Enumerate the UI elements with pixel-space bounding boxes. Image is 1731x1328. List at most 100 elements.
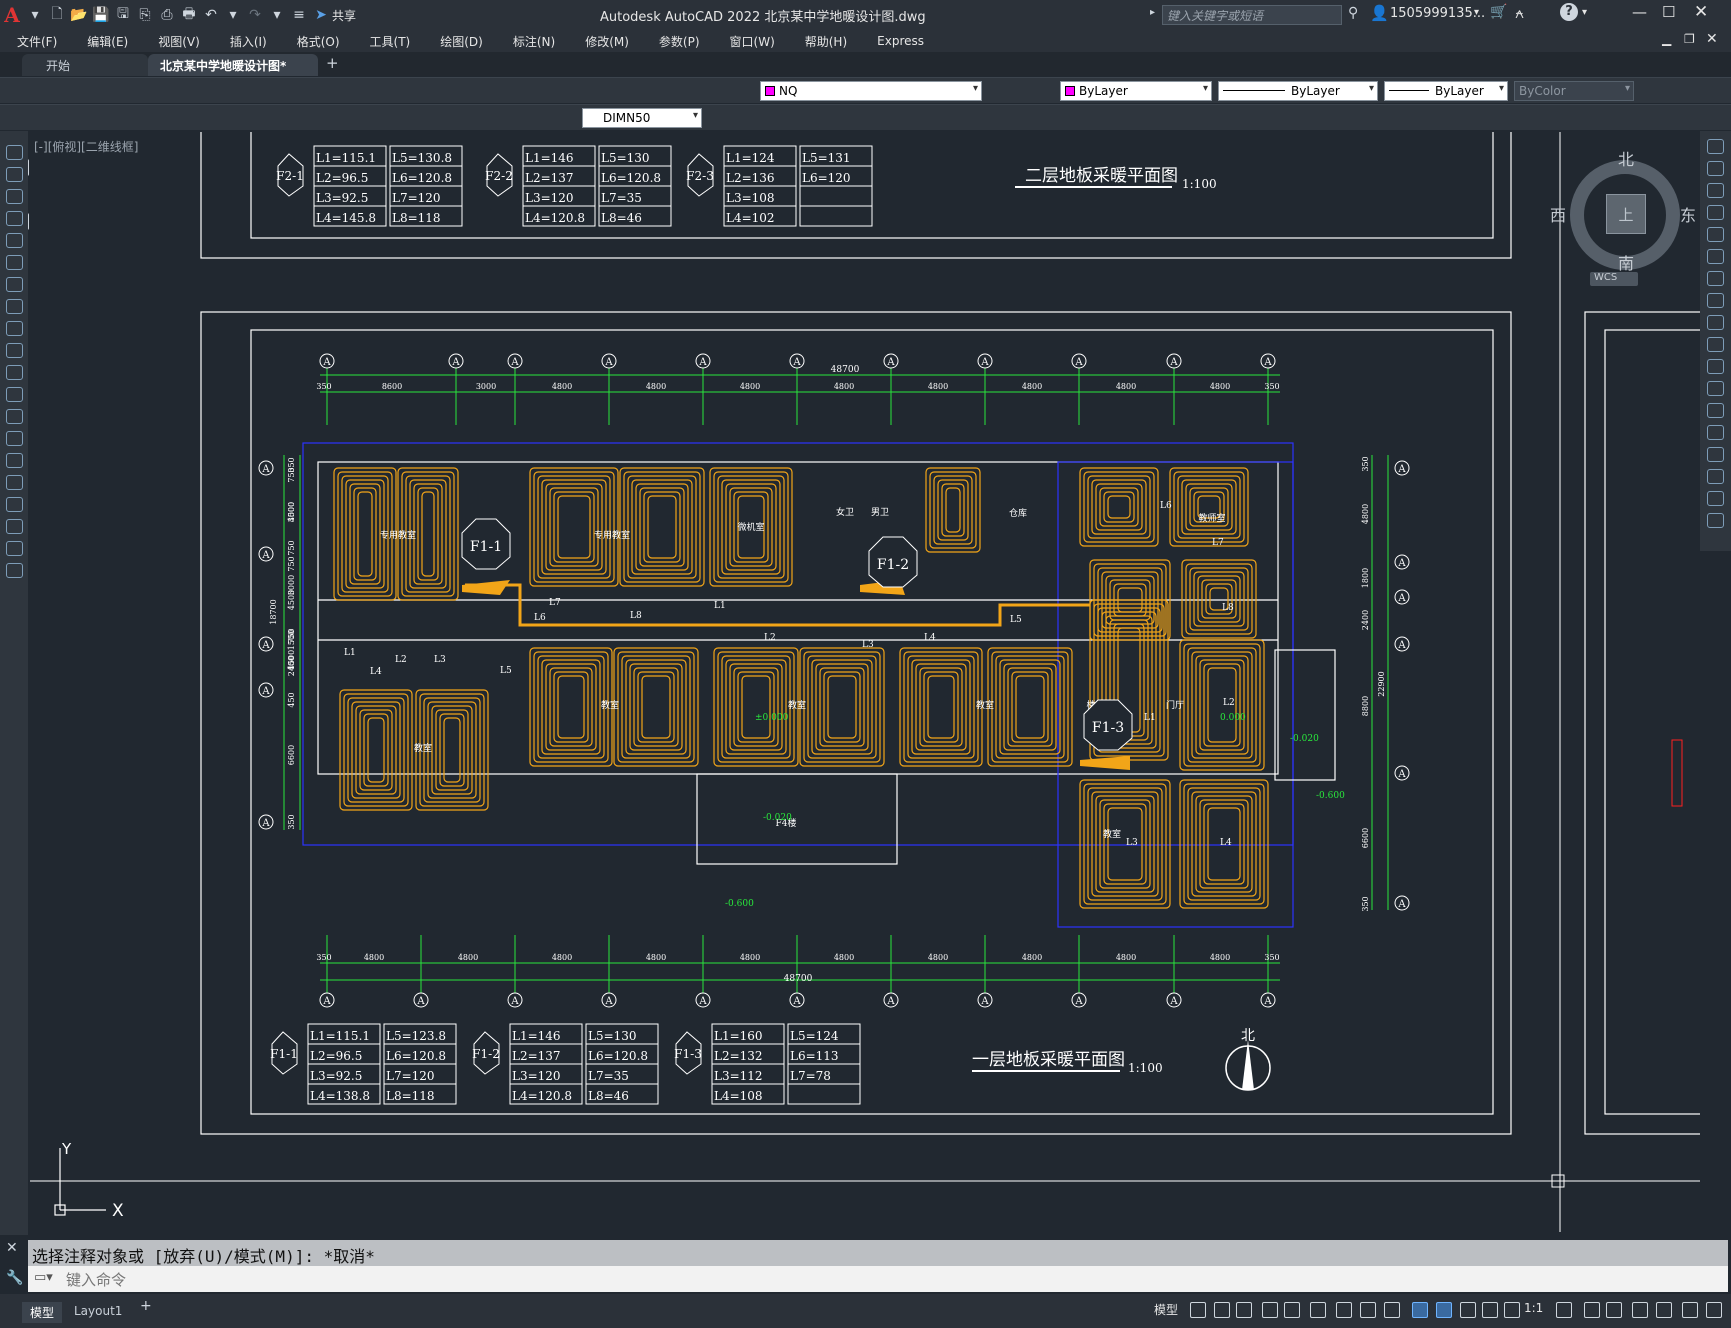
draw-tool-19-icon[interactable]: [6, 541, 23, 556]
menu-help[interactable]: 帮助(H): [788, 33, 860, 50]
menu-file[interactable]: 文件(F): [0, 33, 70, 50]
help-dropdown-icon[interactable]: ▾: [1582, 7, 1587, 18]
new-tab-icon[interactable]: +: [326, 54, 339, 72]
draw-tool-5-icon[interactable]: [6, 233, 23, 248]
menu-dimension[interactable]: 标注(N): [496, 33, 568, 50]
plot-icon[interactable]: 🖶: [178, 4, 200, 26]
tab-drawing[interactable]: 北京某中学地暖设计图* ✕: [148, 54, 318, 88]
maximize-window-icon[interactable]: ☐: [1662, 3, 1675, 21]
status-toggle-8-icon[interactable]: [1360, 1302, 1376, 1318]
command-close-icon[interactable]: ✕: [6, 1240, 18, 1256]
share-icon[interactable]: ➤: [310, 4, 332, 26]
search-expand-icon[interactable]: ▸: [1150, 7, 1155, 18]
modify-tool-6-icon[interactable]: [1707, 249, 1724, 264]
redo-icon[interactable]: ↷: [244, 4, 266, 26]
draw-tool-16-icon[interactable]: [6, 475, 23, 490]
modify-tool-12-icon[interactable]: [1707, 381, 1724, 396]
draw-tool-2-icon[interactable]: [6, 167, 23, 182]
menu-express[interactable]: Express: [860, 34, 937, 48]
draw-tool-11-icon[interactable]: [6, 365, 23, 380]
search-icon[interactable]: ⚲: [1348, 5, 1358, 21]
modify-tool-5-icon[interactable]: [1707, 227, 1724, 242]
menu-edit[interactable]: 编辑(E): [70, 33, 141, 50]
tab-model[interactable]: 模型: [22, 1302, 63, 1323]
menu-view[interactable]: 视图(V): [141, 33, 213, 50]
status-toggle-3-icon[interactable]: [1236, 1302, 1252, 1318]
viewcube[interactable]: 上 北 南 东 西: [1550, 146, 1696, 286]
close-window-icon[interactable]: ✕: [1694, 2, 1708, 22]
viewcube-top-face[interactable]: 上: [1606, 194, 1646, 234]
modify-tool-17-icon[interactable]: [1707, 491, 1724, 506]
open-file-icon[interactable]: 📂: [68, 4, 90, 26]
draw-tool-20-icon[interactable]: [6, 563, 23, 578]
minimize-window-icon[interactable]: —: [1632, 3, 1647, 21]
status-toggle-4-icon[interactable]: [1262, 1302, 1278, 1318]
status-toggle-13-icon[interactable]: [1482, 1302, 1498, 1318]
doc-restore-icon[interactable]: ❐: [1684, 32, 1695, 46]
viewcube-west[interactable]: 西: [1550, 202, 1566, 226]
autocad-logo-icon[interactable]: A: [0, 3, 24, 27]
plotstyle-dropdown[interactable]: ByColor ▾: [1514, 81, 1634, 101]
wcs-menu[interactable]: WCS: [1590, 272, 1638, 286]
redo-dropdown-icon[interactable]: ▾: [266, 4, 288, 26]
modify-tool-1-icon[interactable]: [1707, 139, 1724, 154]
search-input[interactable]: 键入关键字或短语: [1162, 5, 1342, 25]
annotation-scale[interactable]: 1:1: [1524, 1301, 1543, 1315]
share-button[interactable]: 共享: [332, 7, 356, 24]
doc-minimize-icon[interactable]: ▁: [1662, 32, 1671, 46]
status-toggle-21-icon[interactable]: [1706, 1302, 1722, 1318]
undo-icon[interactable]: ↶: [200, 4, 222, 26]
draw-tool-17-icon[interactable]: [6, 497, 23, 512]
user-icon[interactable]: 👤: [1370, 4, 1389, 22]
app-menu-chevron-icon[interactable]: ▾: [24, 4, 46, 26]
draw-tool-1-icon[interactable]: [6, 145, 23, 160]
menu-tools[interactable]: 工具(T): [353, 33, 424, 50]
modify-tool-16-icon[interactable]: [1707, 469, 1724, 484]
model-space-button[interactable]: 模型: [1154, 1301, 1178, 1318]
command-input[interactable]: 键入命令: [28, 1266, 1728, 1292]
status-toggle-6-icon[interactable]: [1310, 1302, 1326, 1318]
help-icon[interactable]: ?: [1560, 3, 1578, 21]
draw-tool-3-icon[interactable]: [6, 189, 23, 204]
draw-tool-14-icon[interactable]: [6, 431, 23, 446]
status-toggle-12-icon[interactable]: [1460, 1302, 1476, 1318]
save-web-icon[interactable]: ⎙: [156, 4, 178, 26]
draw-tool-4-icon[interactable]: [6, 211, 23, 226]
dimstyle-dropdown[interactable]: DIMN50 ▾: [582, 108, 702, 128]
status-toggle-9-icon[interactable]: [1384, 1302, 1400, 1318]
status-toggle-14-icon[interactable]: [1504, 1302, 1520, 1318]
modify-tool-10-icon[interactable]: [1707, 337, 1724, 352]
drawing-canvas[interactable]: [-][俯视][二维线框] AAAAAAAAAAAA A A A A A A A…: [30, 132, 1700, 1232]
menu-modify[interactable]: 修改(M): [568, 33, 642, 50]
menu-format[interactable]: 格式(O): [280, 33, 353, 50]
draw-tool-12-icon[interactable]: [6, 387, 23, 402]
modify-tool-13-icon[interactable]: [1707, 403, 1724, 418]
cart-icon[interactable]: 🛒: [1490, 4, 1507, 20]
status-toggle-19-icon[interactable]: [1656, 1302, 1672, 1318]
open-web-icon[interactable]: ⎘: [134, 4, 156, 26]
modify-tool-7-icon[interactable]: [1707, 271, 1724, 286]
status-toggle-5-icon[interactable]: [1284, 1302, 1300, 1318]
layer-dropdown[interactable]: NQ ▾: [760, 81, 982, 101]
tab-layout1[interactable]: Layout1: [66, 1302, 130, 1320]
customize-quick-access-icon[interactable]: ≡: [288, 4, 310, 26]
draw-tool-18-icon[interactable]: [6, 519, 23, 534]
viewcube-south[interactable]: 南: [1618, 250, 1634, 274]
draw-tool-7-icon[interactable]: [6, 277, 23, 292]
save-as-icon[interactable]: 🖫: [112, 4, 134, 26]
menu-insert[interactable]: 插入(I): [213, 33, 280, 50]
menu-window[interactable]: 窗口(W): [713, 33, 788, 50]
draw-tool-13-icon[interactable]: [6, 409, 23, 424]
draw-tool-8-icon[interactable]: [6, 299, 23, 314]
draw-tool-15-icon[interactable]: [6, 453, 23, 468]
status-toggle-15-icon[interactable]: [1556, 1302, 1572, 1318]
menu-draw[interactable]: 绘图(D): [423, 33, 496, 50]
command-customize-icon[interactable]: 🔧: [6, 1270, 23, 1286]
modify-tool-9-icon[interactable]: [1707, 315, 1724, 330]
status-toggle-2-icon[interactable]: [1214, 1302, 1230, 1318]
color-dropdown[interactable]: ByLayer ▾: [1060, 81, 1212, 101]
autodesk-account-icon[interactable]: ⍲: [1515, 4, 1524, 22]
status-toggle-16-icon[interactable]: [1584, 1302, 1600, 1318]
status-toggle-17-icon[interactable]: [1606, 1302, 1622, 1318]
draw-tool-10-icon[interactable]: [6, 343, 23, 358]
